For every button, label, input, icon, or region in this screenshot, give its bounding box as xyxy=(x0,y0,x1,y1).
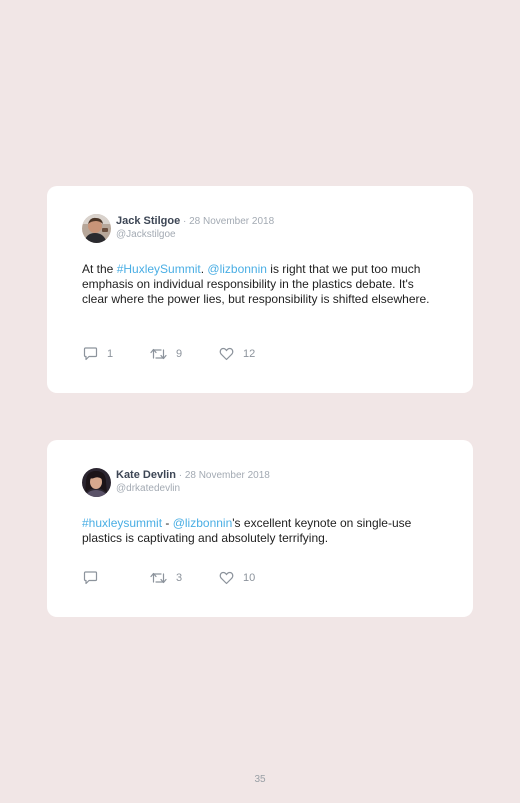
avatar-image xyxy=(82,214,111,243)
tweet-card: Kate Devlin · 28 November 2018 @drkatede… xyxy=(47,440,473,617)
tweet-actions: 1 9 12 xyxy=(83,347,303,363)
tweet-date[interactable]: 28 November 2018 xyxy=(189,216,274,227)
retweet-count: 3 xyxy=(176,572,183,584)
meta-separator: · xyxy=(180,216,190,227)
author-name[interactable]: Jack Stilgoe xyxy=(116,215,180,227)
tweet-header: Jack Stilgoe · 28 November 2018 @Jacksti… xyxy=(82,213,274,243)
reply-icon xyxy=(83,571,98,585)
like-button[interactable]: 12 xyxy=(219,347,255,361)
author-handle[interactable]: @Jackstilgoe xyxy=(116,228,274,241)
reply-count: 1 xyxy=(107,348,114,360)
retweet-count: 9 xyxy=(176,348,183,360)
meta-separator: · xyxy=(175,470,185,481)
tweet-actions: 3 10 xyxy=(83,571,303,587)
like-button[interactable]: 10 xyxy=(219,571,255,585)
retweet-icon xyxy=(150,572,167,584)
like-count: 10 xyxy=(243,572,256,584)
avatar[interactable] xyxy=(82,214,111,243)
page-number: 35 xyxy=(254,774,266,785)
reply-button[interactable]: 1 xyxy=(83,347,113,361)
author-handle[interactable]: @drkatedevlin xyxy=(116,482,270,495)
author-name[interactable]: Kate Devlin xyxy=(116,469,176,481)
mention-link[interactable]: @lizbonnin xyxy=(173,516,233,530)
tweet-text: #huxleysummit - @lizbonnin's excellent k… xyxy=(82,516,442,546)
like-count: 12 xyxy=(243,348,256,360)
hashtag-link[interactable]: #HuxleySummit xyxy=(117,262,201,276)
tweet-text-part: At the xyxy=(82,262,117,276)
tweet-text: At the #HuxleySummit. @lizbonnin is righ… xyxy=(82,262,442,307)
heart-icon xyxy=(219,571,234,585)
retweet-icon xyxy=(150,348,167,360)
tweet-card: Jack Stilgoe · 28 November 2018 @Jacksti… xyxy=(47,186,473,393)
retweet-button[interactable]: 9 xyxy=(150,347,182,361)
avatar[interactable] xyxy=(82,468,111,497)
hashtag-link[interactable]: #huxleysummit xyxy=(82,516,162,530)
reply-icon xyxy=(83,347,98,361)
retweet-button[interactable]: 3 xyxy=(150,571,182,585)
tweet-text-part: - xyxy=(162,516,173,530)
heart-icon xyxy=(219,347,234,361)
reply-button[interactable] xyxy=(83,571,107,585)
avatar-image xyxy=(82,468,111,497)
tweet-header: Kate Devlin · 28 November 2018 @drkatede… xyxy=(82,467,270,497)
tweet-date[interactable]: 28 November 2018 xyxy=(185,470,270,481)
mention-link[interactable]: @lizbonnin xyxy=(207,262,267,276)
